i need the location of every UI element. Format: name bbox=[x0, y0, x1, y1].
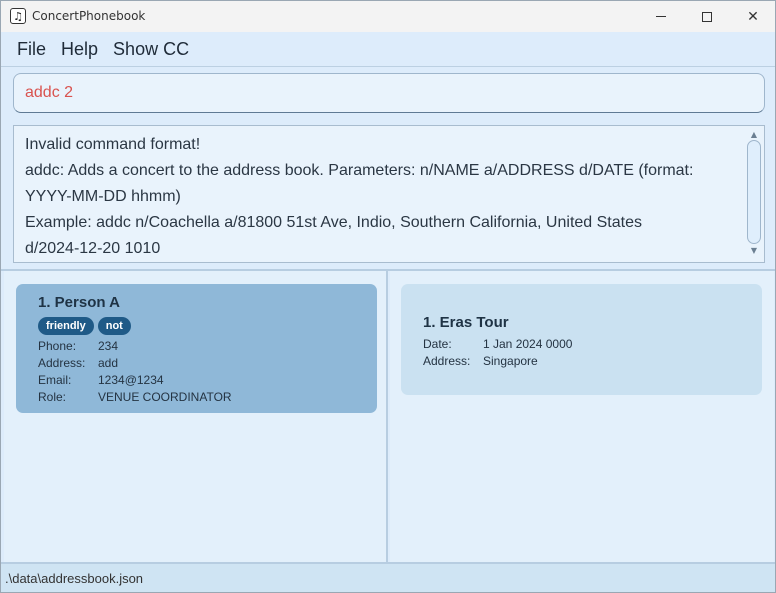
result-line: d/2024-12-20 1010 bbox=[25, 240, 161, 257]
role-field: Role: VENUE COORDINATOR bbox=[38, 389, 377, 406]
field-label: Address: bbox=[423, 354, 471, 368]
status-bar: .\data\addressbook.json bbox=[1, 562, 775, 592]
result-display[interactable]: Invalid command format! addc: Adds a conc… bbox=[13, 125, 765, 263]
person-list[interactable]: 1. Person A friendly not Phone: 234 Addre… bbox=[4, 271, 388, 562]
field-value: 1234@1234 bbox=[98, 373, 164, 387]
minimize-button[interactable] bbox=[638, 1, 684, 32]
result-text: Invalid command format! addc: Adds a conc… bbox=[25, 132, 743, 262]
command-input[interactable]: addc 2 bbox=[13, 73, 765, 113]
field-label: Phone: bbox=[38, 339, 77, 353]
close-button[interactable]: ✕ bbox=[730, 1, 775, 32]
app-window: ♫ ConcertPhonebook ✕ File Help Show CC a… bbox=[0, 0, 776, 593]
field-value: VENUE COORDINATOR bbox=[98, 390, 232, 404]
scroll-down-icon[interactable]: ▼ bbox=[746, 244, 762, 256]
tag-badge: friendly bbox=[38, 317, 94, 335]
field-value: 1 Jan 2024 0000 bbox=[483, 337, 573, 351]
result-display-area: Invalid command format! addc: Adds a conc… bbox=[1, 119, 775, 269]
address-field: Address: add bbox=[38, 355, 377, 372]
save-file-path: .\data\addressbook.json bbox=[5, 571, 144, 586]
field-label: Date: bbox=[423, 337, 452, 351]
scroll-thumb[interactable] bbox=[747, 140, 761, 244]
tag-list: friendly not bbox=[38, 317, 377, 335]
concert-name: 1. Eras Tour bbox=[423, 314, 509, 331]
address-field: Address: Singapore bbox=[423, 353, 762, 370]
music-note-icon: ♫ bbox=[10, 8, 26, 24]
window-title: ConcertPhonebook bbox=[32, 9, 146, 23]
email-field: Email: 1234@1234 bbox=[38, 372, 377, 389]
field-label: Address: bbox=[38, 356, 86, 370]
result-line: addc: Adds a concert to the address book… bbox=[25, 162, 694, 179]
maximize-button[interactable] bbox=[684, 1, 730, 32]
result-scrollbar[interactable]: ▲ ▼ bbox=[746, 128, 762, 260]
tag-badge: not bbox=[97, 317, 131, 335]
menu-show-cc[interactable]: Show CC bbox=[107, 39, 198, 60]
command-box-area: addc 2 bbox=[1, 66, 775, 119]
minimize-icon bbox=[656, 16, 666, 17]
menu-file[interactable]: File bbox=[11, 39, 55, 60]
person-card[interactable]: 1. Person A friendly not Phone: 234 Addre… bbox=[16, 284, 377, 413]
scroll-up-icon[interactable]: ▲ bbox=[746, 128, 762, 140]
lists-panel: 1. Person A friendly not Phone: 234 Addre… bbox=[1, 269, 775, 562]
close-icon: ✕ bbox=[747, 8, 759, 25]
menu-bar: File Help Show CC bbox=[1, 32, 775, 66]
date-field: Date: 1 Jan 2024 0000 bbox=[423, 336, 762, 353]
result-line: Invalid command format! bbox=[25, 136, 201, 153]
menu-help[interactable]: Help bbox=[55, 39, 107, 60]
field-value: 234 bbox=[98, 339, 119, 353]
phone-field: Phone: 234 bbox=[38, 338, 377, 355]
concert-list[interactable]: 1. Eras Tour Date: 1 Jan 2024 0000 Addres… bbox=[390, 271, 774, 562]
field-label: Email: bbox=[38, 373, 72, 387]
field-label: Role: bbox=[38, 390, 67, 404]
concert-card[interactable]: 1. Eras Tour Date: 1 Jan 2024 0000 Addres… bbox=[401, 284, 762, 395]
maximize-icon bbox=[702, 11, 712, 22]
field-value: Singapore bbox=[483, 354, 538, 368]
result-line: YYYY-MM-DD hhmm) bbox=[25, 188, 181, 205]
person-name: 1. Person A bbox=[38, 294, 120, 311]
result-line: Example: addc n/Coachella a/81800 51st A… bbox=[25, 214, 642, 231]
field-value: add bbox=[98, 356, 119, 370]
title-bar[interactable]: ♫ ConcertPhonebook ✕ bbox=[1, 1, 775, 32]
